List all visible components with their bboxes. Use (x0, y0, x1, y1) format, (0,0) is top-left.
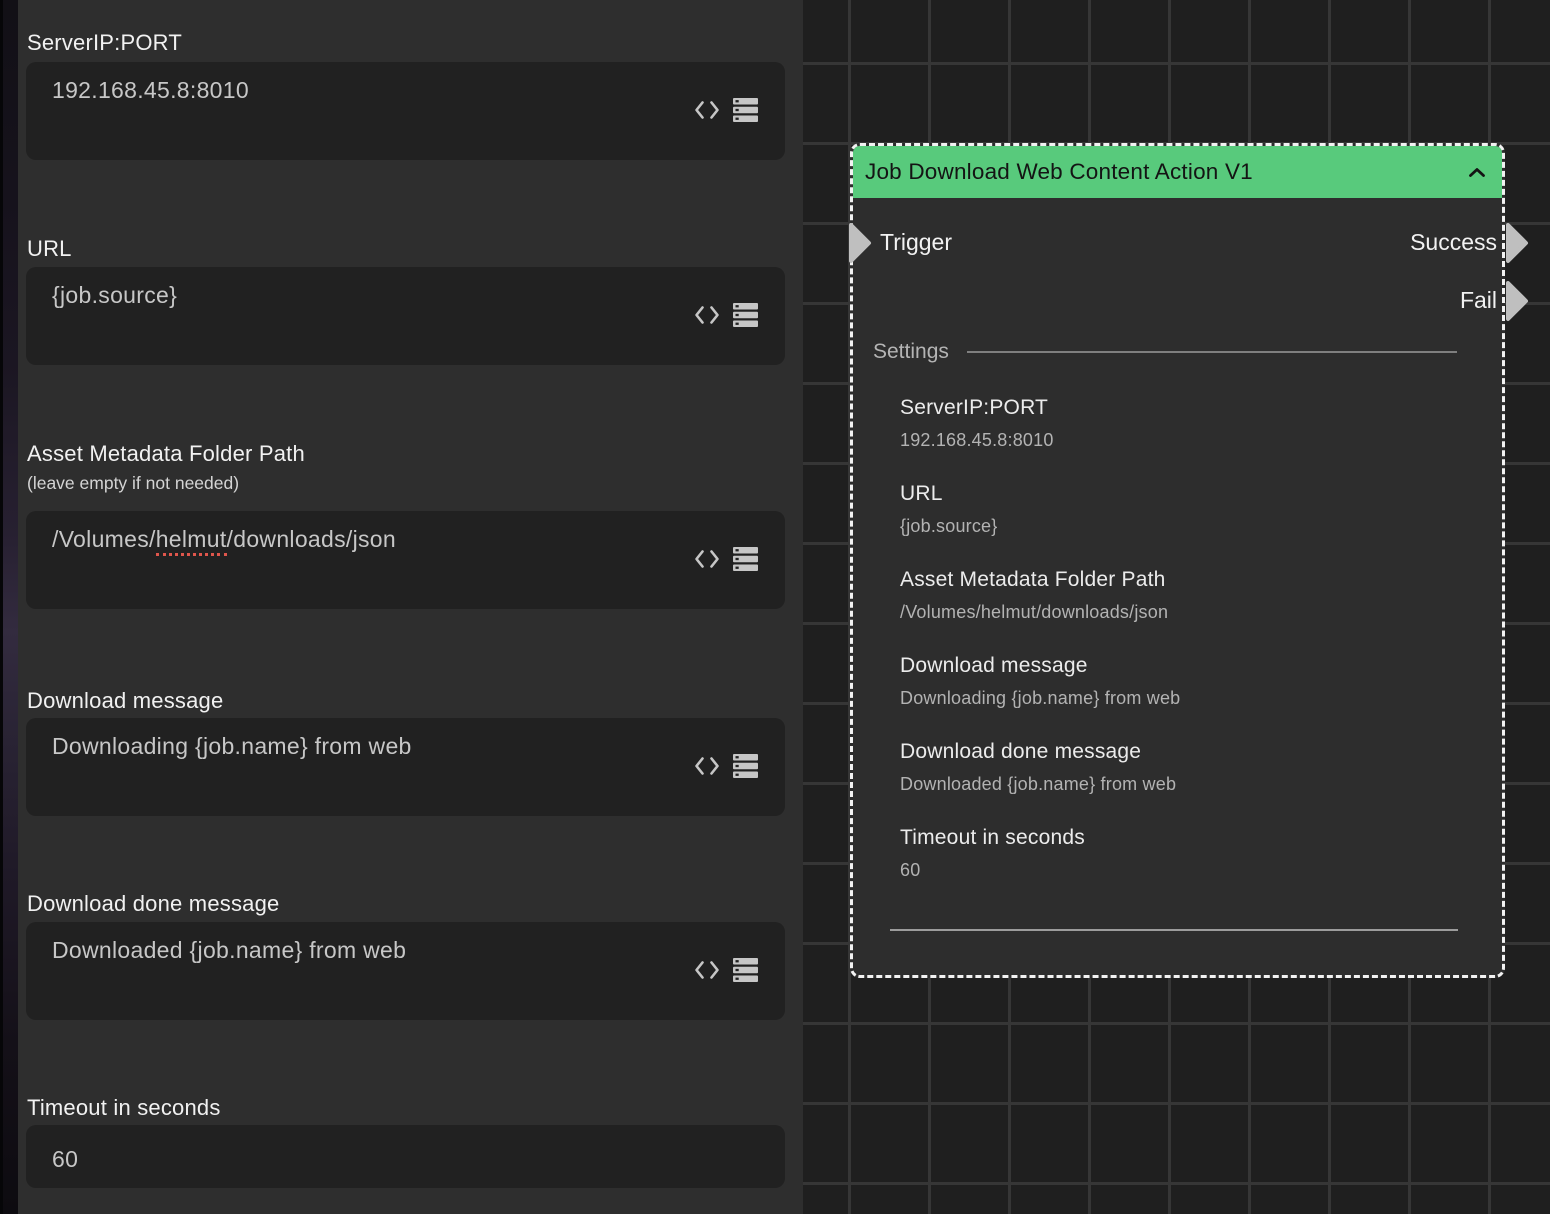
input-value: 60 (52, 1145, 78, 1173)
url-input[interactable]: {job.source} (26, 267, 785, 365)
settings-entry-value: Downloading {job.name} from web (900, 686, 1457, 710)
node-title: Job Download Web Content Action V1 (865, 159, 1468, 185)
field-label: Download message (27, 688, 223, 714)
settings-entry: Timeout in seconds 60 (873, 825, 1457, 882)
code-icon[interactable] (694, 756, 720, 776)
workflow-canvas[interactable]: Job Download Web Content Action V1 Trigg… (803, 0, 1550, 1214)
settings-entry: Download message Downloading {job.name} … (873, 653, 1457, 710)
field-label: Timeout in seconds (27, 1095, 221, 1121)
code-icon[interactable] (694, 100, 720, 120)
download-done-message-input[interactable]: Downloaded {job.name} from web (26, 922, 785, 1020)
server-list-icon[interactable] (733, 958, 758, 982)
metadata-path-input[interactable]: /Volumes/helmut/downloads/json (26, 511, 785, 609)
input-value: 192.168.45.8:8010 (52, 76, 249, 104)
server-list-icon[interactable] (733, 754, 758, 778)
output-port-fail[interactable]: Fail (1460, 285, 1497, 315)
code-icon[interactable] (694, 549, 720, 569)
settings-heading-rule (967, 351, 1457, 353)
trigger-port-arrow-icon[interactable] (848, 222, 872, 264)
settings-entry: Download done message Downloaded {job.na… (873, 739, 1457, 796)
timeout-input[interactable]: 60 (26, 1125, 785, 1188)
success-port-arrow-icon[interactable] (1505, 222, 1529, 264)
settings-entry-value: 192.168.45.8:8010 (900, 428, 1457, 452)
server-list-icon[interactable] (733, 98, 758, 122)
collapse-node-button[interactable] (1468, 167, 1486, 178)
node-settings-section: Settings ServerIP:PORT 192.168.45.8:8010… (873, 339, 1457, 882)
serverip-port-input[interactable]: 192.168.45.8:8010 (26, 62, 785, 160)
output-port-success[interactable]: Success (1410, 227, 1497, 257)
app-window: ServerIP:PORT 192.168.45.8:8010 URL {job… (0, 0, 1550, 1214)
input-value: Downloaded {job.name} from web (52, 936, 406, 964)
input-port-trigger[interactable]: Trigger (880, 227, 952, 257)
download-message-input[interactable]: Downloading {job.name} from web (26, 718, 785, 816)
chevron-up-icon (1468, 167, 1486, 178)
code-icon[interactable] (694, 305, 720, 325)
code-icon[interactable] (694, 960, 720, 980)
field-label: Asset Metadata Folder Path (27, 441, 305, 467)
action-properties-panel: ServerIP:PORT 192.168.45.8:8010 URL {job… (18, 0, 803, 1214)
settings-heading: Settings (873, 339, 949, 365)
settings-entry: ServerIP:PORT 192.168.45.8:8010 (873, 395, 1457, 452)
settings-entry-label: URL (900, 481, 1457, 507)
settings-entry-value: 60 (900, 858, 1457, 882)
input-value: Downloading {job.name} from web (52, 732, 412, 760)
action-node-card[interactable]: Job Download Web Content Action V1 Trigg… (850, 143, 1505, 978)
server-list-icon[interactable] (733, 303, 758, 327)
settings-entry: URL {job.source} (873, 481, 1457, 538)
field-hint: (leave empty if not needed) (27, 472, 239, 494)
settings-entry-label: Download done message (900, 739, 1457, 765)
settings-entry-value: {job.source} (900, 514, 1457, 538)
field-label: Download done message (27, 891, 279, 917)
node-footer-divider (890, 929, 1458, 931)
desktop-background-edge (0, 0, 18, 1214)
input-value: {job.source} (52, 281, 177, 309)
server-list-icon[interactable] (733, 547, 758, 571)
input-value: /Volumes/helmut/downloads/json (52, 525, 396, 553)
settings-entry-label: ServerIP:PORT (900, 395, 1457, 421)
settings-entry: Asset Metadata Folder Path /Volumes/helm… (873, 567, 1457, 624)
node-header[interactable]: Job Download Web Content Action V1 (853, 146, 1502, 198)
settings-entry-value: Downloaded {job.name} from web (900, 772, 1457, 796)
settings-entry-label: Timeout in seconds (900, 825, 1457, 851)
field-label: URL (27, 236, 72, 262)
misspelled-word: helmut (156, 526, 227, 556)
settings-entry-label: Download message (900, 653, 1457, 679)
settings-entry-value: /Volumes/helmut/downloads/json (900, 600, 1457, 624)
fail-port-arrow-icon[interactable] (1505, 280, 1529, 322)
settings-entry-label: Asset Metadata Folder Path (900, 567, 1457, 593)
field-label: ServerIP:PORT (27, 30, 182, 56)
